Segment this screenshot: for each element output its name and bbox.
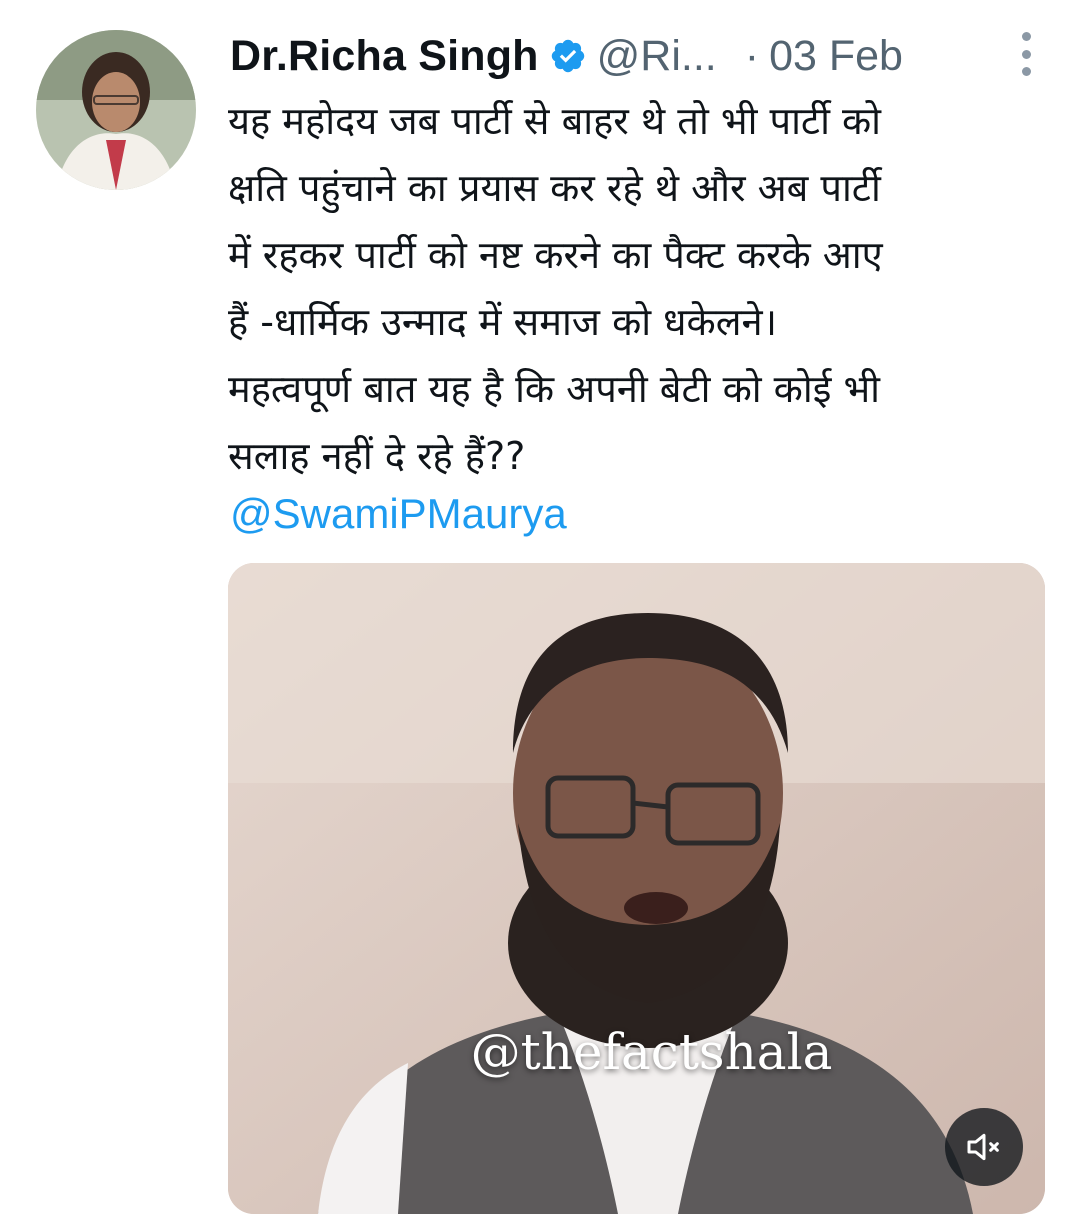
author-name[interactable]: Dr.Richa Singh (230, 32, 539, 81)
tweet-line: हैं -धार्मिक उन्माद में समाज को धकेलने। (228, 300, 777, 344)
mute-toggle-button[interactable] (945, 1108, 1023, 1186)
tweet-date[interactable]: 03 Feb (769, 32, 903, 81)
tweet-line: सलाह नहीं दे रहे हैं?? (228, 434, 526, 478)
tweet-line: महत्वपूर्ण बात यह है कि अपनी बेटी को कोई… (228, 367, 880, 411)
video-frame (228, 563, 1045, 1214)
video-player[interactable]: @thefactshala (228, 563, 1045, 1214)
separator-dot: · (744, 31, 760, 80)
more-vertical-icon[interactable] (1016, 32, 1036, 76)
tweet-header: Dr.Richa Singh @Ri... · 03 Feb (230, 26, 1040, 86)
tweet-text: यह महोदय जब पार्टी से बाहर थे तो भी पार्… (228, 88, 1048, 490)
verified-badge-icon (551, 39, 584, 73)
tweet-line: में रहकर पार्टी को नष्ट करने का पैक्ट कर… (228, 233, 883, 277)
tweet-line: यह महोदय जब पार्टी से बाहर थे तो भी पार्… (228, 99, 882, 143)
author-avatar[interactable] (36, 30, 196, 190)
volume-mute-icon (967, 1133, 999, 1161)
tweet-line: क्षति पहुंचाने का प्रयास कर रहे थे और अब… (228, 166, 881, 210)
avatar-image (36, 30, 196, 190)
mention-link[interactable]: @SwamiPMaurya (230, 490, 567, 538)
author-handle[interactable]: @Ri... (597, 32, 717, 81)
video-watermark: @thefactshala (470, 1023, 833, 1081)
